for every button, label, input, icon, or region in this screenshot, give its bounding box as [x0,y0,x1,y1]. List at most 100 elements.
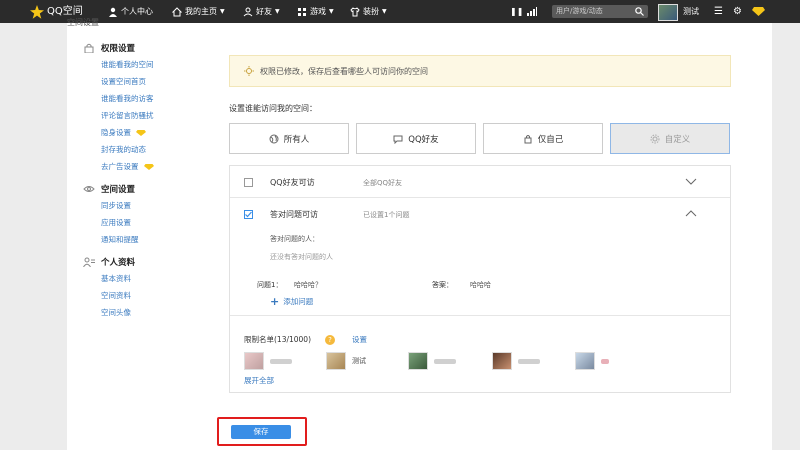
chevron-down-icon[interactable] [685,178,697,186]
answer-label: 答案： [432,281,453,289]
sidebar-item-basic-info[interactable]: 基本资料 [75,270,205,287]
diamond-icon [136,129,146,136]
chat-icon [393,135,403,144]
qq-friends-checkbox[interactable] [244,178,253,187]
member-name [601,358,609,364]
sidebar-item-label: 隐身设置 [101,128,131,137]
shirt-icon [350,6,360,16]
search-icon[interactable] [635,7,644,16]
nav-friends[interactable]: 好友 ▼ [243,0,280,23]
avatar [492,352,512,370]
access-label: 设置谁能访问我的空间： [229,104,317,113]
nav-games-label: 游戏 [310,7,326,16]
sidebar-group-title-text: 空间设置 [101,185,136,195]
pause-icon[interactable]: ❚❚ [510,0,523,23]
restricted-member[interactable]: 测试 [326,352,366,370]
sidebar-item-sync[interactable]: 同步设置 [75,197,205,214]
add-question-label: 添加问题 [283,297,314,306]
signal-icon[interactable] [527,0,537,23]
option-everyone[interactable]: 所有人 [229,123,349,154]
answer-question-title: 答对问题可访 [270,210,318,219]
sidebar-item-remove-ads[interactable]: 去广告设置 [75,158,205,175]
gear-icon[interactable]: ⚙ [733,0,742,23]
chevron-down-icon: ▼ [382,8,387,15]
star-logo-icon [30,4,44,19]
add-question-button[interactable]: + 添加问题 [270,295,313,308]
checkmark-icon [245,211,252,218]
restricted-member[interactable] [575,352,609,370]
sidebar-group-permissions: 权限设置 谁能看我的空间 设置空间首页 谁能看我的访客 评论留言防骚扰 隐身设置… [75,40,205,175]
home-icon [172,6,182,16]
sidebar-item-space-avatar[interactable]: 空间头像 [75,304,205,321]
nav-dress-up[interactable]: 装扮 ▼ [350,0,387,23]
divider [230,315,730,316]
sidebar-item-stealth[interactable]: 隐身设置 [75,124,205,141]
lightbulb-icon [244,66,254,76]
restricted-settings-link[interactable]: 设置 [352,334,367,345]
sidebar-item-homepage[interactable]: 设置空间首页 [75,73,205,90]
sidebar-item-space-info[interactable]: 空间资料 [75,287,205,304]
diamond-icon [143,163,154,170]
sidebar-item-archive[interactable]: 封存我的动态 [75,141,205,158]
question-value: 哈哈哈？ [294,281,322,289]
member-name [270,358,292,364]
option-label: 自定义 [664,134,691,145]
sidebar-group-title: 个人资料 [75,254,205,270]
sidebar-group-title: 权限设置 [75,40,205,56]
diamond-icon[interactable] [752,0,765,23]
sidebar-item-who-can-view[interactable]: 谁能看我的空间 [75,56,205,73]
nav-friends-label: 好友 [256,7,272,16]
member-name [434,358,456,364]
person-icon [109,7,117,17]
grid-icon [298,7,306,16]
menu-icon[interactable]: ☰ [714,0,723,23]
notice-banner: 权限已修改，保存后查看哪些人可访问你的空间 [229,55,731,87]
option-custom[interactable]: 自定义 [610,123,730,154]
option-label: QQ好友 [408,134,439,145]
settings-page: 空间设置 权限设置 谁能看我的空间 设置空间首页 谁能看我的访客 评论留言防骚扰… [67,18,772,450]
search-placeholder: 用户/游戏/动态 [556,7,603,15]
option-only-me[interactable]: 仅自己 [483,123,603,154]
nav-personal-center-label: 个人中心 [121,7,153,16]
nav-games[interactable]: 游戏 ▼ [297,0,334,23]
answer-value: 哈哈哈 [470,281,491,289]
sidebar-group-title-text: 权限设置 [101,44,136,54]
question-label: 问题1： [257,281,283,289]
notice-text: 权限已修改，保存后查看哪些人可访问你的空间 [260,66,428,76]
avatar[interactable] [658,4,678,21]
chevron-down-icon: ▼ [329,8,334,15]
space-icon [83,186,95,192]
option-qq-friends[interactable]: QQ好友 [356,123,476,154]
expand-all-link[interactable]: 展开全部 [244,375,274,386]
page-title: 空间设置 [67,18,99,27]
sidebar-item-notifications[interactable]: 通知和提醒 [75,231,205,248]
search-input[interactable]: 用户/游戏/动态 [552,5,648,18]
username[interactable]: 测试 [683,0,699,23]
restricted-list-label: 限制名单(13/1000) [244,335,312,344]
sidebar-item-anti-harassment[interactable]: 评论留言防骚扰 [75,107,205,124]
lock-icon [84,43,94,53]
nav-my-homepage[interactable]: 我的主页 ▼ [172,0,225,23]
sidebar-group-space: 空间设置 同步设置 应用设置 通知和提醒 [75,181,205,248]
top-navigation-bar: QQ空间 个人中心 我的主页 ▼ 好友 ▼ 游戏 ▼ 装扮 ▼ ❚❚ 用户/游戏… [0,0,800,23]
sidebar-item-apps[interactable]: 应用设置 [75,214,205,231]
nav-personal-center[interactable]: 个人中心 [108,0,153,23]
sidebar-item-label: 去广告设置 [101,162,139,171]
answered-people-empty: 还没有答对问题的人 [270,253,333,261]
sidebar-item-visitors[interactable]: 谁能看我的访客 [75,90,205,107]
restricted-member[interactable] [244,352,292,370]
plus-icon: + [270,295,280,308]
lock-icon [524,134,532,143]
member-name [518,358,540,364]
restricted-member[interactable] [408,352,456,370]
answer-question-checkbox[interactable] [244,210,253,219]
nav-my-homepage-label: 我的主页 [185,7,217,16]
help-icon[interactable]: ? [325,335,335,345]
member-name: 测试 [352,357,366,365]
sidebar-group-title-text: 个人资料 [101,258,136,268]
save-button[interactable]: 保存 [231,425,291,439]
chevron-up-icon[interactable] [685,209,697,217]
restricted-member[interactable] [492,352,540,370]
answered-people-label: 答对问题的人： [270,235,319,243]
save-highlight-box: 保存 [217,417,307,446]
